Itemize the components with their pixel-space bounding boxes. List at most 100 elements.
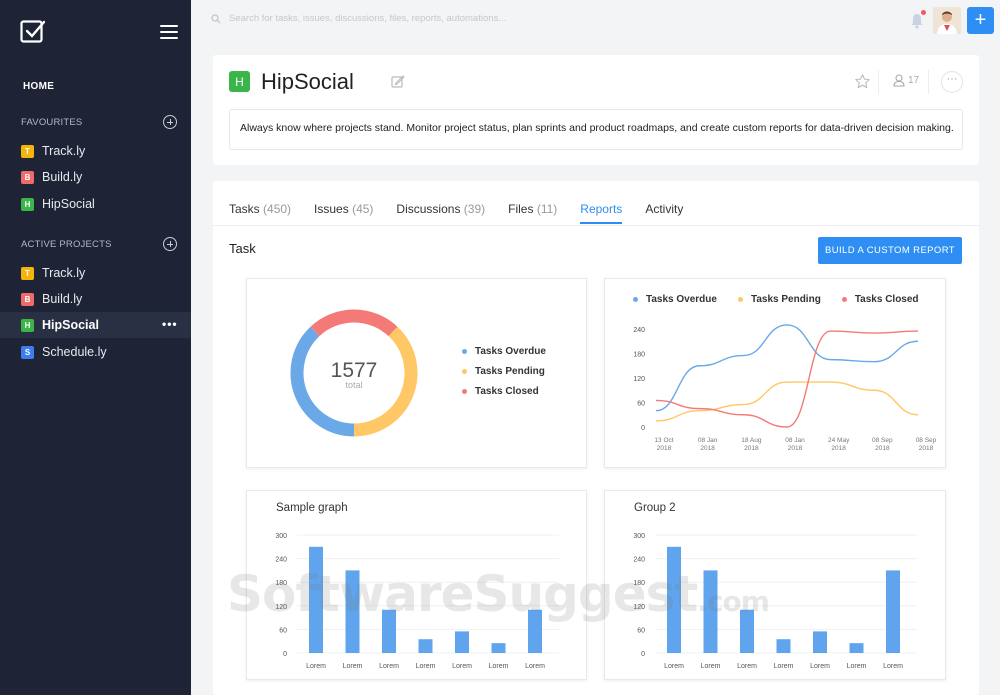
y-tick-label: 60 — [637, 627, 645, 634]
hamburger-menu-icon[interactable] — [160, 25, 178, 39]
notification-bell-icon[interactable] — [910, 13, 924, 29]
bar[interactable] — [309, 546, 323, 653]
bar[interactable] — [345, 570, 360, 653]
bar-chart-panel-group2: Group 2 0 60 120 180 240 300 Lorem Lorem Lorem Lo… — [604, 490, 946, 680]
active-item-schedulely[interactable]: S Schedule.ly — [0, 339, 191, 365]
more-options-icon[interactable]: ··· — [941, 71, 963, 93]
x-tick-label: 2018 — [700, 445, 715, 452]
x-tick-label: 2018 — [788, 445, 803, 452]
bar[interactable] — [813, 631, 827, 653]
tab-tasks[interactable]: Tasks (450) — [229, 202, 291, 224]
bar[interactable] — [528, 609, 542, 653]
bar[interactable] — [491, 643, 506, 653]
x-tick-label: 2018 — [831, 445, 846, 452]
notification-dot — [921, 10, 926, 15]
tab-issues[interactable]: Issues (45) — [314, 202, 373, 224]
bar[interactable] — [382, 609, 396, 653]
nav-home[interactable]: HOME — [23, 81, 54, 92]
bar[interactable] — [667, 546, 681, 653]
tab-count: (11) — [536, 202, 558, 216]
active-item-trackly[interactable]: T Track.ly — [0, 260, 191, 286]
tab-activity[interactable]: Activity — [645, 202, 683, 224]
bar[interactable] — [849, 643, 864, 653]
avatar[interactable] — [933, 7, 961, 34]
x-tick-label: 13 Oct — [654, 437, 673, 444]
favourite-item-buildly[interactable]: B Build.ly — [0, 164, 191, 190]
legend-item-pending: Tasks Pending — [462, 366, 546, 377]
add-project-icon[interactable] — [163, 237, 177, 251]
project-label: Track.ly — [42, 266, 86, 280]
y-tick-label: 180 — [633, 352, 645, 359]
y-tick-label: 60 — [637, 401, 645, 408]
legend-label: Tasks Pending — [475, 366, 545, 377]
tab-discussions[interactable]: Discussions (39) — [396, 202, 485, 224]
bar[interactable] — [418, 639, 433, 653]
active-item-hipsocial[interactable]: H HipSocial ••• — [0, 312, 191, 338]
project-description: Always know where projects stand. Monito… — [229, 109, 963, 150]
legend-item-overdue: Tasks Overdue — [462, 346, 546, 357]
x-tick-label: 2018 — [657, 445, 672, 452]
project-options-icon[interactable]: ••• — [162, 318, 178, 330]
add-favourite-icon[interactable] — [163, 115, 177, 129]
x-tick-label: 08 Sep — [872, 437, 893, 444]
bar[interactable] — [740, 609, 754, 653]
y-tick-label: 0 — [283, 651, 287, 658]
project-label: HipSocial — [42, 318, 99, 332]
members-count[interactable]: 17 — [893, 74, 919, 87]
favourite-item-hipsocial[interactable]: H HipSocial — [0, 191, 191, 217]
legend-dot — [462, 369, 467, 374]
search-bar[interactable]: Search for tasks, issues, discussions, f… — [211, 13, 506, 24]
donut-chart-panel: 1577 total Tasks Overdue Tasks Pending Ta… — [246, 278, 587, 468]
bar[interactable] — [776, 639, 791, 653]
y-tick-label: 240 — [275, 557, 287, 564]
y-tick-label: 0 — [641, 425, 645, 432]
sidebar: HOME FAVOURITES T Track.ly B Build.ly H … — [0, 0, 191, 695]
y-tick-label: 180 — [633, 580, 645, 587]
search-input[interactable]: Search for tasks, issues, discussions, f… — [229, 13, 506, 24]
tab-count: (450) — [263, 202, 292, 216]
series-line-1 — [655, 381, 919, 422]
y-tick-label: 120 — [633, 604, 645, 611]
bar[interactable] — [455, 631, 469, 653]
donut-total: 1577 — [331, 359, 378, 382]
y-tick-label: 240 — [633, 557, 645, 564]
build-custom-report-button[interactable]: BUILD A CUSTOM REPORT — [818, 237, 962, 264]
legend-item-closed: Tasks Closed — [462, 386, 546, 397]
star-icon[interactable] — [854, 73, 871, 90]
bar-chart: 0 60 120 180 240 300 Lorem Lorem Lorem Lorem Lorem… — [633, 533, 917, 670]
donut-slice[interactable] — [310, 309, 398, 337]
tab-reports[interactable]: Reports — [580, 202, 623, 224]
y-tick-label: 120 — [275, 604, 287, 611]
y-tick-label: 240 — [633, 327, 645, 334]
x-tick-label: Lorem — [737, 663, 757, 670]
line-chart: 06012018024013 Oct201808 Jan201818 Aug20… — [633, 324, 937, 452]
legend-dot — [462, 389, 467, 394]
add-button[interactable]: + — [967, 7, 994, 34]
x-tick-label: Lorem — [883, 663, 903, 670]
bar[interactable] — [703, 570, 718, 653]
header-divider — [928, 70, 929, 94]
legend-label: Tasks Overdue — [475, 346, 546, 357]
bar[interactable] — [886, 570, 900, 653]
active-item-buildly[interactable]: B Build.ly — [0, 286, 191, 312]
donut-total-label: total — [345, 380, 362, 390]
x-tick-label: Lorem — [810, 663, 830, 670]
series-line-0 — [655, 324, 919, 412]
x-tick-label: Lorem — [774, 663, 794, 670]
x-tick-label: 08 Sep — [916, 437, 937, 444]
project-label: Build.ly — [42, 170, 83, 184]
y-tick-label: 300 — [633, 533, 645, 540]
tab-label: Activity — [645, 202, 684, 216]
favourite-item-trackly[interactable]: T Track.ly — [0, 138, 191, 164]
tab-label: Files — [508, 202, 534, 216]
project-label: Build.ly — [42, 292, 83, 306]
donut-legend: Tasks Overdue Tasks Pending Tasks Closed — [462, 346, 546, 397]
x-tick-label: 08 Jan — [785, 437, 805, 444]
tab-files[interactable]: Files (11) — [508, 202, 557, 224]
app-logo-icon[interactable] — [20, 20, 46, 44]
y-tick-label: 0 — [641, 651, 645, 658]
tab-bar: Tasks (450) Issues (45) Discussions (39)… — [229, 202, 706, 224]
project-label: Track.ly — [42, 144, 86, 158]
edit-icon[interactable] — [391, 74, 405, 88]
x-tick-label: Lorem — [664, 663, 684, 670]
